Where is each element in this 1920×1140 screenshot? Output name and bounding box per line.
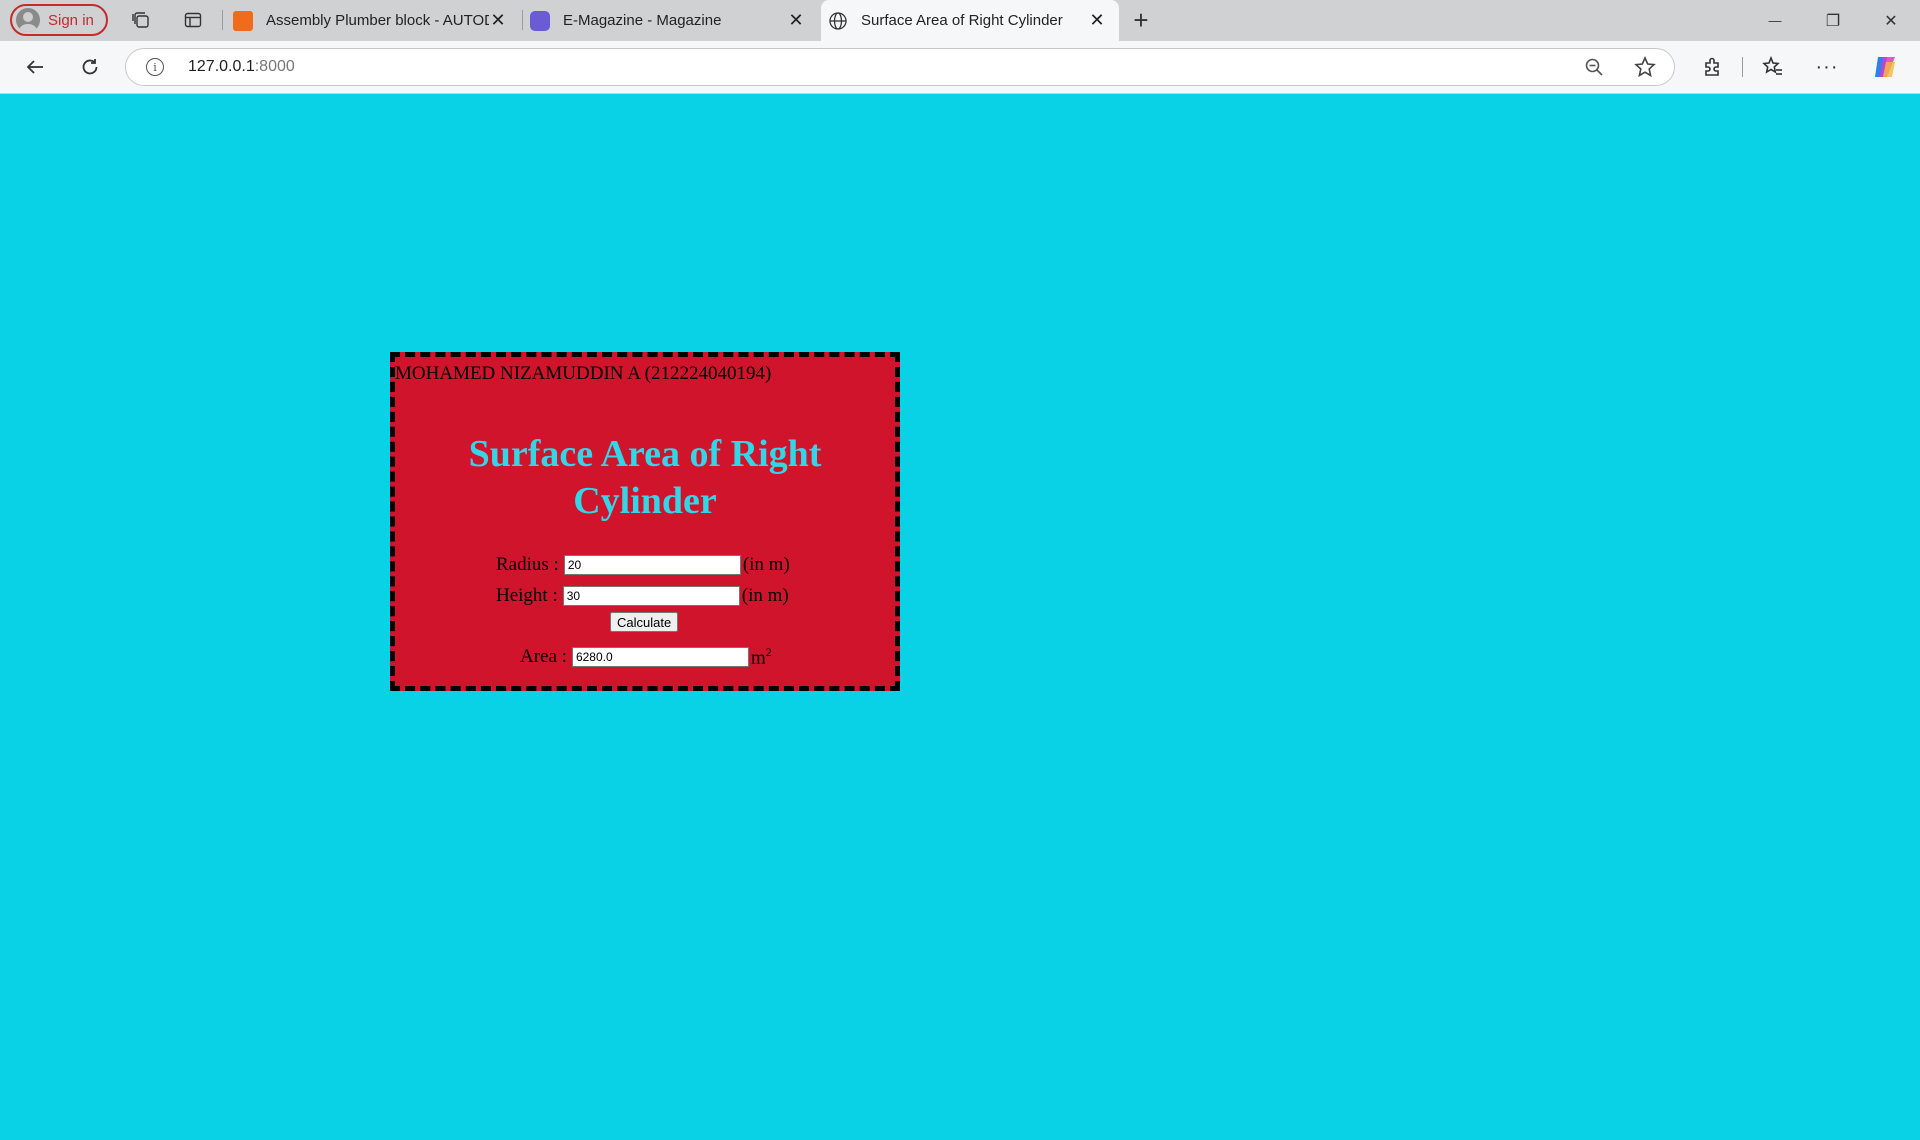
tab-separator: [522, 10, 523, 30]
height-input[interactable]: [562, 586, 740, 606]
sign-in-button[interactable]: Sign in: [10, 4, 108, 36]
close-window-button[interactable]: ✕: [1863, 0, 1919, 41]
address-bar[interactable]: i 127.0.0.1:8000: [125, 48, 1675, 86]
height-unit: (in m): [741, 585, 789, 606]
tab-emagazine[interactable]: E-Magazine - Magazine ✕: [528, 0, 818, 41]
area-row: Area : m2: [520, 645, 772, 669]
copilot-icon[interactable]: [1872, 54, 1898, 80]
radius-unit: (in m): [742, 554, 790, 575]
close-tab-icon[interactable]: ✕: [1085, 8, 1109, 32]
radius-row: Radius : (in m): [496, 554, 790, 576]
close-tab-icon[interactable]: ✕: [486, 8, 510, 32]
favorite-star-icon[interactable]: [1634, 56, 1656, 83]
height-row: Height : (in m): [496, 585, 789, 607]
area-unit: m2: [750, 645, 772, 669]
student-name: MOHAMED NIZAMUDDIN A (212224040194): [395, 363, 772, 384]
new-tab-button[interactable]: +: [1129, 5, 1153, 35]
radius-label: Radius :: [496, 554, 559, 575]
tab-actions-icon[interactable]: [181, 8, 205, 32]
globe-icon: [828, 11, 848, 31]
autodesk-favicon-icon: [233, 10, 253, 31]
tab-title: E-Magazine - Magazine: [563, 12, 722, 29]
toolbar-separator: [1742, 57, 1743, 77]
close-tab-icon[interactable]: ✕: [784, 8, 808, 32]
profile-avatar-icon: [16, 8, 40, 32]
workspaces-icon[interactable]: [129, 8, 153, 32]
area-output[interactable]: [571, 647, 749, 668]
tab-title: Assembly Plumber block - AUTODESK: [266, 12, 489, 29]
height-label: Height :: [496, 585, 558, 606]
radius-input[interactable]: [563, 555, 741, 575]
area-label: Area :: [520, 646, 567, 668]
back-icon[interactable]: [22, 54, 48, 80]
tab-surface-area[interactable]: Surface Area of Right Cylinder ✕: [821, 0, 1119, 41]
favorites-icon[interactable]: [1760, 54, 1786, 80]
magazine-favicon-icon: [530, 10, 550, 31]
calculate-button[interactable]: Calculate: [610, 612, 679, 632]
zoom-out-icon[interactable]: [1584, 57, 1604, 82]
restore-button[interactable]: ❐: [1805, 0, 1861, 41]
reload-icon[interactable]: [77, 54, 103, 80]
sign-in-label: Sign in: [48, 11, 94, 29]
tab-assembly[interactable]: Assembly Plumber block - AUTODESK ✕: [230, 0, 520, 41]
more-options-icon[interactable]: ···: [1814, 54, 1840, 80]
tab-title: Surface Area of Right Cylinder: [861, 12, 1063, 29]
toolbar: i 127.0.0.1:8000 ···: [0, 41, 1920, 94]
minimize-button[interactable]: —: [1747, 0, 1803, 41]
extensions-icon[interactable]: [1699, 54, 1725, 80]
tab-strip: Sign in Assembly Plumber block - AUTODES…: [0, 0, 1920, 41]
url-text[interactable]: 127.0.0.1:8000: [188, 58, 295, 76]
calculator-panel: MOHAMED NIZAMUDDIN A (212224040194) Surf…: [390, 352, 900, 691]
site-info-icon[interactable]: i: [146, 58, 164, 76]
tab-separator: [222, 10, 223, 30]
page-heading: Surface Area of Right Cylinder: [468, 433, 822, 522]
